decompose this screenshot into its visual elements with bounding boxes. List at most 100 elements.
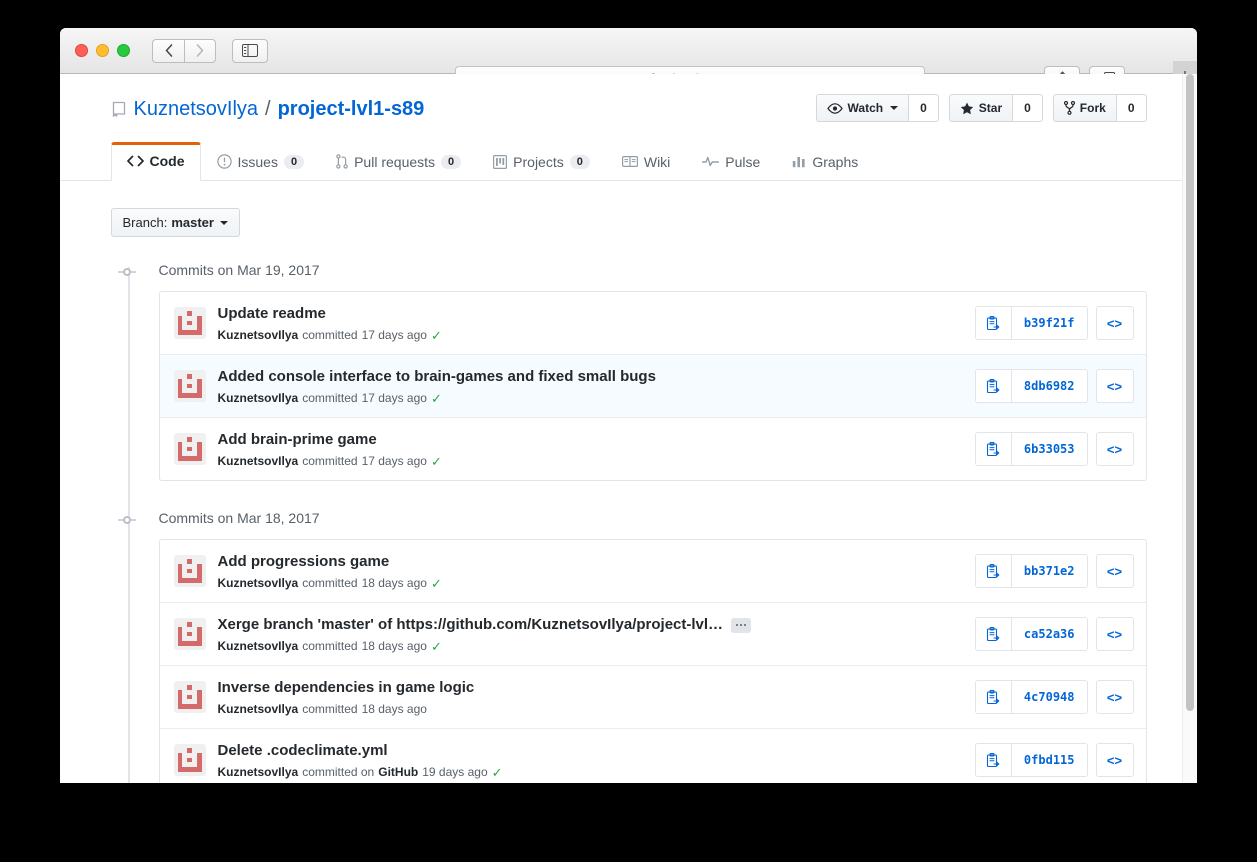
commit-message-link[interactable]: Delete .codeclimate.yml bbox=[218, 741, 388, 761]
commit-sha-group: 8db6982 bbox=[975, 369, 1088, 403]
fork-label: Fork bbox=[1080, 101, 1106, 115]
commit-title: Delete .codeclimate.yml bbox=[218, 741, 965, 761]
branch-select-button[interactable]: Branch: master bbox=[111, 208, 240, 237]
commit-row[interactable]: Update readme KuznetsovIlya committed 17… bbox=[160, 292, 1146, 355]
commit-row[interactable]: Added console interface to brain-games a… bbox=[160, 355, 1146, 418]
browse-code-button[interactable]: <> bbox=[1096, 432, 1134, 466]
watch-button-group: Watch 0 bbox=[816, 94, 939, 122]
tab-pulse[interactable]: Pulse bbox=[686, 142, 776, 181]
scrollbar-thumb[interactable] bbox=[1186, 74, 1194, 711]
commit-verb: committed on bbox=[302, 765, 374, 779]
avatar bbox=[174, 307, 206, 339]
commit-title: Add brain-prime game bbox=[218, 430, 965, 450]
commit-author-link[interactable]: KuznetsovIlya bbox=[218, 639, 299, 653]
expand-commit-message-button[interactable] bbox=[731, 618, 751, 633]
browse-code-button[interactable]: <> bbox=[1096, 306, 1134, 340]
tab-projects-label: Projects bbox=[513, 154, 564, 170]
commit-message-link[interactable]: Add progressions game bbox=[218, 552, 390, 572]
commit-message-link[interactable]: Xerge branch 'master' of https://github.… bbox=[218, 615, 724, 635]
show-sidebar-button[interactable] bbox=[232, 39, 268, 63]
graph-icon bbox=[792, 155, 806, 168]
copy-sha-button[interactable] bbox=[976, 744, 1012, 776]
commit-time: 17 days ago bbox=[362, 454, 427, 468]
repo-name-link[interactable]: project-lvl1-s89 bbox=[278, 98, 425, 121]
commit-sha-link[interactable]: 6b33053 bbox=[1012, 433, 1087, 465]
browse-code-button[interactable]: <> bbox=[1096, 743, 1134, 777]
copy-sha-button[interactable] bbox=[976, 555, 1012, 587]
commit-sha-group: 6b33053 bbox=[975, 432, 1088, 466]
commit-meta: KuznetsovIlya committed 18 days ago ✓ bbox=[218, 639, 965, 653]
commit-message-link[interactable]: Add brain-prime game bbox=[218, 430, 377, 450]
commit-actions: bb371e2 <> bbox=[975, 554, 1134, 588]
commit-title: Xerge branch 'master' of https://github.… bbox=[218, 615, 965, 635]
commit-row[interactable]: Add brain-prime game KuznetsovIlya commi… bbox=[160, 418, 1146, 480]
commit-time: 18 days ago bbox=[362, 702, 427, 716]
browse-code-button[interactable]: <> bbox=[1096, 554, 1134, 588]
watch-button[interactable]: Watch bbox=[816, 94, 910, 122]
commit-author-link[interactable]: KuznetsovIlya bbox=[218, 328, 299, 342]
tab-projects[interactable]: Projects 0 bbox=[477, 142, 606, 181]
commit-author-link[interactable]: KuznetsovIlya bbox=[218, 576, 299, 590]
browser-toolbar: GitHub, Inc. ↻ + bbox=[60, 28, 1197, 74]
breadcrumb-separator: / bbox=[265, 98, 271, 121]
clipboard-copy-icon bbox=[986, 564, 1000, 579]
close-window-button[interactable] bbox=[75, 44, 88, 57]
commit-message-link[interactable]: Update readme bbox=[218, 304, 326, 324]
back-button[interactable] bbox=[152, 39, 184, 63]
commit-actions: ca52a36 <> bbox=[975, 617, 1134, 651]
commit-row[interactable]: Add progressions game KuznetsovIlya comm… bbox=[160, 540, 1146, 603]
commit-sha-group: 0fbd115 bbox=[975, 743, 1088, 777]
commit-row[interactable]: Inverse dependencies in game logic Kuzne… bbox=[160, 666, 1146, 729]
timeline-node-icon bbox=[118, 514, 136, 526]
commit-row[interactable]: Delete .codeclimate.yml KuznetsovIlya co… bbox=[160, 729, 1146, 783]
commit-sha-link[interactable]: b39f21f bbox=[1012, 307, 1087, 339]
browse-code-button[interactable]: <> bbox=[1096, 680, 1134, 714]
commit-info: Add progressions game KuznetsovIlya comm… bbox=[218, 552, 975, 590]
commit-sha-link[interactable]: ca52a36 bbox=[1012, 618, 1087, 650]
copy-sha-button[interactable] bbox=[976, 681, 1012, 713]
commit-author-link[interactable]: KuznetsovIlya bbox=[218, 454, 299, 468]
page-scrollbar[interactable] bbox=[1182, 74, 1197, 783]
copy-sha-button[interactable] bbox=[976, 370, 1012, 402]
maximize-window-button[interactable] bbox=[117, 44, 130, 57]
copy-sha-button[interactable] bbox=[976, 433, 1012, 465]
star-button[interactable]: Star bbox=[949, 94, 1013, 122]
copy-sha-button[interactable] bbox=[976, 307, 1012, 339]
tab-wiki[interactable]: Wiki bbox=[606, 142, 686, 181]
commit-message-link[interactable]: Added console interface to brain-games a… bbox=[218, 367, 656, 387]
commit-time: 17 days ago bbox=[362, 328, 427, 342]
tab-code[interactable]: Code bbox=[111, 142, 201, 181]
fork-count[interactable]: 0 bbox=[1117, 94, 1147, 122]
pull-request-icon bbox=[336, 154, 348, 169]
commit-sha-link[interactable]: 8db6982 bbox=[1012, 370, 1087, 402]
commit-time: 18 days ago bbox=[362, 576, 427, 590]
commit-info: Add brain-prime game KuznetsovIlya commi… bbox=[218, 430, 975, 468]
commit-author-link[interactable]: KuznetsovIlya bbox=[218, 702, 299, 716]
avatar bbox=[174, 618, 206, 650]
commit-sha-link[interactable]: 4c70948 bbox=[1012, 681, 1087, 713]
commit-group-title: Commits on Mar 18, 2017 bbox=[159, 509, 1147, 527]
repo-icon bbox=[111, 101, 127, 118]
browse-code-button[interactable]: <> bbox=[1096, 369, 1134, 403]
forward-button[interactable] bbox=[184, 39, 216, 63]
window-controls bbox=[75, 44, 130, 57]
verified-check-icon: ✓ bbox=[431, 577, 442, 590]
commit-sha-link[interactable]: bb371e2 bbox=[1012, 555, 1087, 587]
star-count[interactable]: 0 bbox=[1013, 94, 1043, 122]
fork-button[interactable]: Fork bbox=[1053, 94, 1117, 122]
commit-author-link[interactable]: KuznetsovIlya bbox=[218, 391, 299, 405]
commit-actions: 8db6982 <> bbox=[975, 369, 1134, 403]
tab-pull-requests[interactable]: Pull requests 0 bbox=[320, 142, 477, 181]
tab-issues[interactable]: Issues 0 bbox=[201, 142, 321, 181]
watch-count[interactable]: 0 bbox=[909, 94, 939, 122]
commit-author-link[interactable]: KuznetsovIlya bbox=[218, 765, 299, 779]
browse-code-button[interactable]: <> bbox=[1096, 617, 1134, 651]
commit-row[interactable]: Xerge branch 'master' of https://github.… bbox=[160, 603, 1146, 666]
tab-graphs[interactable]: Graphs bbox=[776, 142, 874, 181]
commit-sha-link[interactable]: 0fbd115 bbox=[1012, 744, 1087, 776]
commit-title: Update readme bbox=[218, 304, 965, 324]
repo-owner-link[interactable]: KuznetsovIlya bbox=[134, 98, 259, 121]
commit-message-link[interactable]: Inverse dependencies in game logic bbox=[218, 678, 475, 698]
minimize-window-button[interactable] bbox=[96, 44, 109, 57]
copy-sha-button[interactable] bbox=[976, 618, 1012, 650]
